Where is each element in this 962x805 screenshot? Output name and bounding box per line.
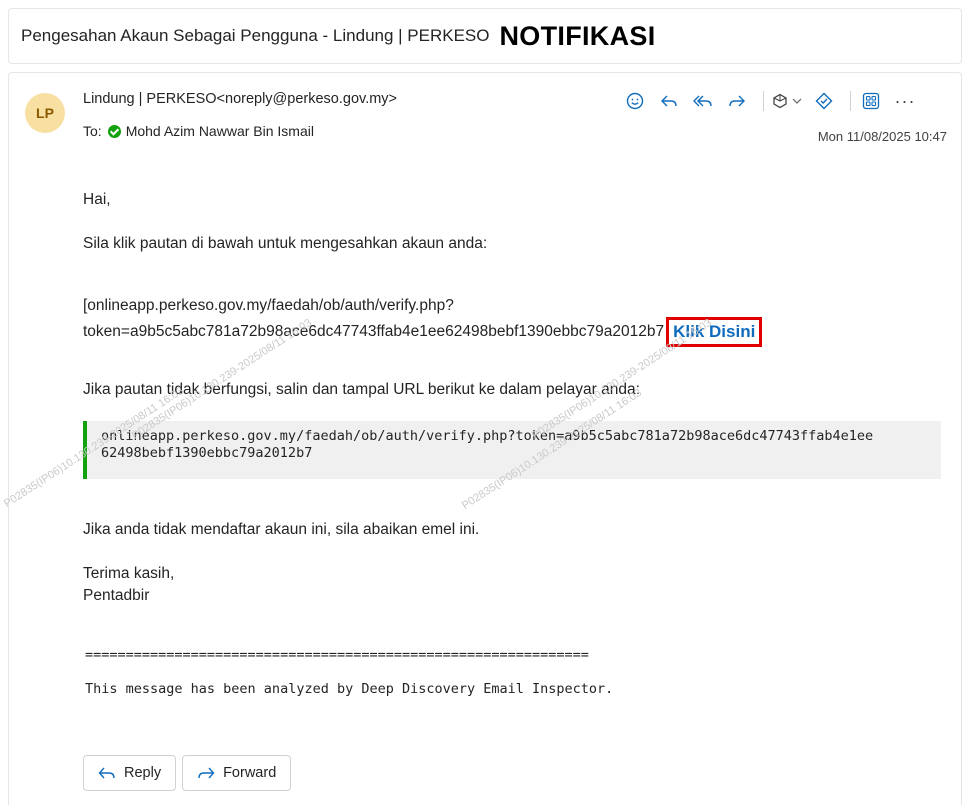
verify-link-line2[interactable]: token=a9b5c5abc781a72b98ace6dc47743ffab4… (83, 323, 664, 340)
toolbar-divider (763, 91, 764, 111)
more-icon[interactable]: ··· (891, 87, 919, 115)
greeting: Hai, (83, 191, 111, 208)
klik-disini-link[interactable]: Klik Disini (666, 317, 763, 347)
notification-tag: NOTIFIKASI (499, 20, 656, 51)
reply-label: Reply (124, 765, 162, 781)
instruction-text: Sila klik pautan di bawah untuk mengesah… (83, 235, 488, 252)
url-code-block[interactable]: onlineapp.perkeso.gov.my/faedah/ob/auth/… (83, 421, 941, 479)
thanks-text: Terima kasih, (83, 565, 175, 582)
verify-link-line1[interactable]: [onlineapp.perkeso.gov.my/faedah/ob/auth… (83, 295, 762, 317)
message-date: Mon 11/08/2025 10:47 (817, 129, 947, 144)
subject-bar: Pengesahan Akaun Sebagai Pengguna - Lind… (8, 8, 962, 64)
toolbar-divider (850, 91, 851, 111)
ignore-text: Jika anda tidak mendaftar akaun ini, sil… (83, 521, 480, 538)
apps-icon[interactable] (857, 87, 885, 115)
verify-link-block: [onlineapp.perkeso.gov.my/faedah/ob/auth… (83, 295, 763, 347)
message-toolbar: ··· (621, 87, 925, 115)
forward-label: Forward (223, 765, 277, 781)
emoji-icon[interactable] (621, 87, 649, 115)
scan-note: This message has been analyzed by Deep D… (85, 681, 614, 697)
url-line2: 62498bebf1390ebbc79a2012b7 (101, 445, 313, 461)
separator-line: ========================================… (85, 647, 589, 663)
action-buttons: Reply Forward (83, 755, 297, 791)
reply-icon (98, 767, 115, 779)
recipient-name[interactable]: Mohd Azim Nawwar Bin Ismail (126, 123, 314, 139)
email-subject: Pengesahan Akaun Sebagai Pengguna - Lind… (21, 26, 490, 45)
sender-address[interactable]: Lindung | PERKESO<noreply@perkeso.gov.my… (83, 91, 397, 107)
to-label: To: (83, 123, 102, 139)
forward-icon (198, 767, 215, 779)
message-card: LP Lindung | PERKESO<noreply@perkeso.gov… (8, 72, 962, 805)
recipient-line: To: Mohd Azim Nawwar Bin Ismail (83, 123, 314, 139)
verified-check-icon (107, 124, 121, 138)
sender-avatar[interactable]: LP (25, 93, 65, 133)
forward-button[interactable]: Forward (182, 755, 292, 791)
reply-button[interactable]: Reply (83, 755, 177, 791)
url-line1: onlineapp.perkeso.gov.my/faedah/ob/auth/… (101, 428, 874, 444)
chevron-down-icon[interactable] (790, 87, 804, 115)
fallback-text: Jika pautan tidak berfungsi, salin dan t… (83, 381, 640, 398)
tag-icon[interactable] (770, 87, 790, 115)
signature-text: Pentadbir (83, 587, 150, 604)
reply-icon[interactable] (655, 87, 683, 115)
reply-all-icon[interactable] (689, 87, 717, 115)
sticker-icon[interactable] (810, 87, 838, 115)
forward-icon[interactable] (723, 87, 751, 115)
